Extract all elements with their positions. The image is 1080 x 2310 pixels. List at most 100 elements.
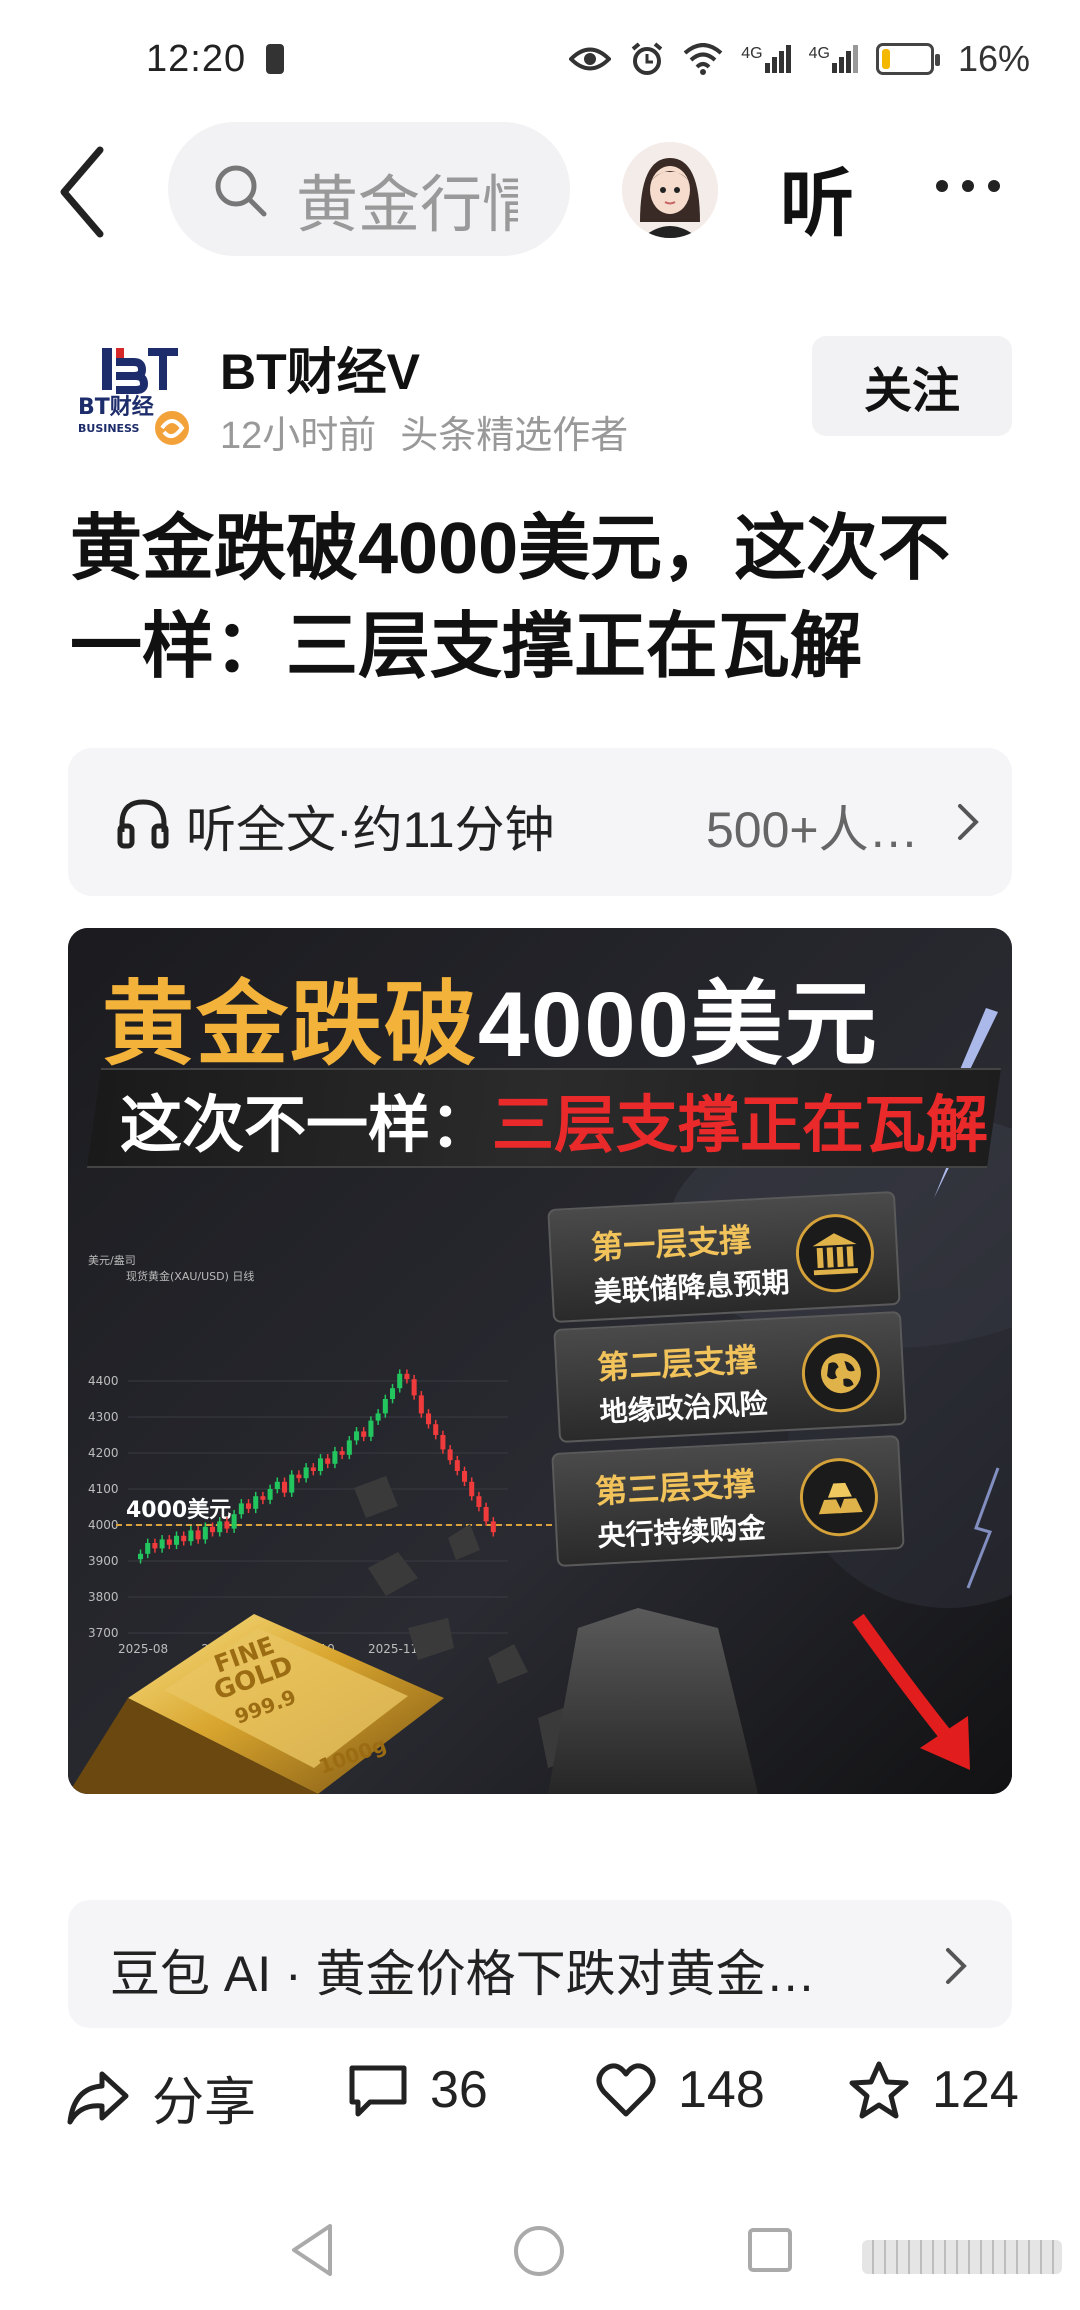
globe-icon — [799, 1332, 882, 1415]
favorite-count: 124 — [932, 2061, 1019, 2119]
candle-body — [382, 1399, 388, 1414]
like-button[interactable]: 148 — [596, 2060, 765, 2120]
y-tick-label: 3700 — [88, 1626, 119, 1640]
star-icon — [849, 2061, 909, 2119]
author-name[interactable]: BT财经V — [220, 332, 420, 404]
comment-button[interactable]: 36 — [348, 2060, 488, 2120]
support-subtitle: 地缘政治风险 — [598, 1388, 769, 1428]
candle-body — [454, 1460, 460, 1471]
ai-summary-text: 豆包 AI · 黄金价格下跌对黄金… — [110, 1946, 816, 2002]
avatar[interactable] — [622, 142, 718, 238]
status-icons: 4G 4G 16% — [569, 38, 1030, 80]
candle-body — [346, 1440, 352, 1455]
candle-body — [231, 1514, 237, 1529]
heart-icon — [596, 2063, 656, 2117]
candle-body — [310, 1467, 316, 1471]
cover-subheadline: 这次不一样：三层支撑正在瓦解 — [120, 1074, 988, 1164]
cover-headline: 黄金跌破4000美元 — [102, 950, 879, 1083]
logo-sub: BUSINESS — [78, 422, 139, 435]
cover-image[interactable]: 现货黄金(XAU/USD) 日线 美元/盎司 3700 3800 3900 4000 410… — [68, 928, 1012, 1794]
like-count: 148 — [678, 2061, 765, 2119]
candle-body — [217, 1521, 223, 1533]
article-title: 黄金跌破4000美元，这次不一样：三层支撑正在瓦解 — [70, 509, 951, 687]
cover-sub-red: 三层支撑正在瓦解 — [492, 1091, 989, 1160]
battery-percent: 16% — [957, 38, 1030, 79]
status-time: 12:20 — [146, 38, 247, 80]
bank-icon — [793, 1212, 876, 1295]
support-title: 第一层支撑 — [590, 1221, 753, 1266]
candle-body — [224, 1521, 230, 1529]
wifi-icon — [683, 43, 723, 75]
cover-headline-gold: 黄金跌破 — [102, 974, 479, 1076]
network-type-1: 4G — [741, 45, 763, 62]
candle-body — [318, 1458, 324, 1471]
candle-body — [289, 1474, 295, 1493]
signal-2-icon: 4G — [809, 45, 858, 73]
eye-icon — [569, 47, 612, 71]
support-subtitle: 央行持续购金 — [596, 1512, 767, 1552]
candle-body — [274, 1481, 280, 1489]
chevron-right-icon — [946, 1948, 967, 1984]
candle-body — [462, 1471, 468, 1482]
network-type-2: 4G — [808, 45, 830, 62]
y-tick-label: 4400 — [88, 1374, 119, 1388]
back-arrow-icon[interactable] — [54, 142, 114, 242]
candle-body — [325, 1458, 331, 1464]
author-logo[interactable]: BT财经 BUSINESS — [72, 330, 198, 452]
listen-full-text-bar[interactable]: 听全文·约11分钟 500+人… — [68, 748, 1012, 896]
chart-title: 现货黄金(XAU/USD) 日线 — [126, 1269, 254, 1283]
battery-icon — [875, 43, 940, 75]
follow-button[interactable]: 关注 — [812, 336, 1012, 436]
candle-body — [418, 1395, 424, 1414]
cover-sub-white: 这次不一样： — [120, 1091, 493, 1160]
nav-back-icon[interactable] — [288, 2222, 336, 2278]
more-icon[interactable] — [936, 180, 1000, 192]
comment-count: 36 — [430, 2061, 488, 2119]
candle-body — [440, 1435, 446, 1450]
candle-body — [238, 1503, 244, 1515]
candle-body — [426, 1413, 432, 1425]
action-bar: 分享 36 148 124 — [0, 2060, 1080, 2160]
candle-body — [195, 1530, 201, 1540]
y-tick-label: 4200 — [88, 1446, 119, 1460]
candle-body — [411, 1379, 417, 1396]
favorite-button[interactable]: 124 — [848, 2060, 1019, 2120]
candle-body — [368, 1420, 374, 1437]
battery-saver-icon — [266, 44, 284, 74]
candle-body — [339, 1451, 345, 1455]
candle-body — [166, 1539, 172, 1545]
candle-body — [361, 1431, 367, 1437]
candle-body — [210, 1526, 216, 1533]
support-title: 第三层支撑 — [594, 1465, 757, 1510]
listen-button[interactable]: 听 — [780, 144, 854, 251]
search-icon — [215, 165, 267, 217]
search-input[interactable]: 黄金行情 — [168, 122, 570, 256]
reference-line-label: 4000美元 — [126, 1497, 231, 1523]
ai-summary-bar[interactable]: 豆包 AI · 黄金价格下跌对黄金… — [68, 1900, 1012, 2028]
comment-icon — [349, 2065, 407, 2117]
author-badge: 头条精选作者 — [400, 415, 629, 457]
candle-body — [202, 1526, 208, 1540]
floating-window-handle[interactable] — [862, 2240, 1062, 2274]
candle-body — [490, 1521, 496, 1533]
signal-1-icon: 4G — [741, 45, 791, 73]
post-time: 12小时前 — [220, 415, 377, 457]
share-button[interactable]: 分享 — [66, 2060, 256, 2135]
cover-headline-white: 4000美元 — [478, 974, 879, 1076]
chevron-right-icon — [958, 804, 979, 840]
avatar-image — [622, 142, 718, 238]
candle-body — [145, 1543, 151, 1554]
listener-count: 500+人… — [706, 802, 919, 858]
y-axis-unit: 美元/盎司 — [88, 1253, 136, 1267]
candle-body — [174, 1535, 180, 1545]
search-query: 黄金行情 — [296, 171, 518, 240]
nav-recents-icon[interactable] — [748, 2228, 792, 2272]
listen-label: 听全文·约11分钟 — [186, 802, 555, 858]
candle-body — [138, 1553, 144, 1560]
candle-body — [246, 1503, 252, 1509]
candle-body — [397, 1373, 403, 1389]
nav-home-icon[interactable] — [514, 2226, 564, 2276]
candle-body — [447, 1449, 453, 1461]
candle-body — [282, 1481, 288, 1493]
y-tick-label: 4000 — [88, 1518, 119, 1532]
